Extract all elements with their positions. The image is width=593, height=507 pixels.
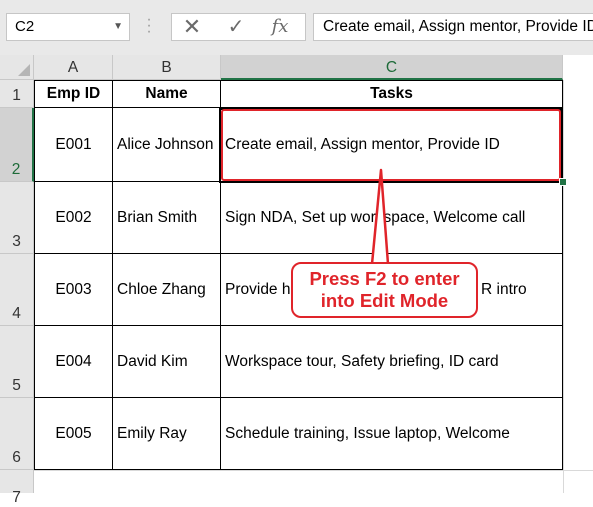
callout-arrow-icon xyxy=(370,168,390,266)
callout-pointer xyxy=(370,168,390,266)
callout-line-1: Press F2 to enter xyxy=(309,268,460,289)
callout-box: Press F2 to enter into Edit Mode xyxy=(291,262,478,318)
callout-line-2: into Edit Mode xyxy=(320,290,449,311)
